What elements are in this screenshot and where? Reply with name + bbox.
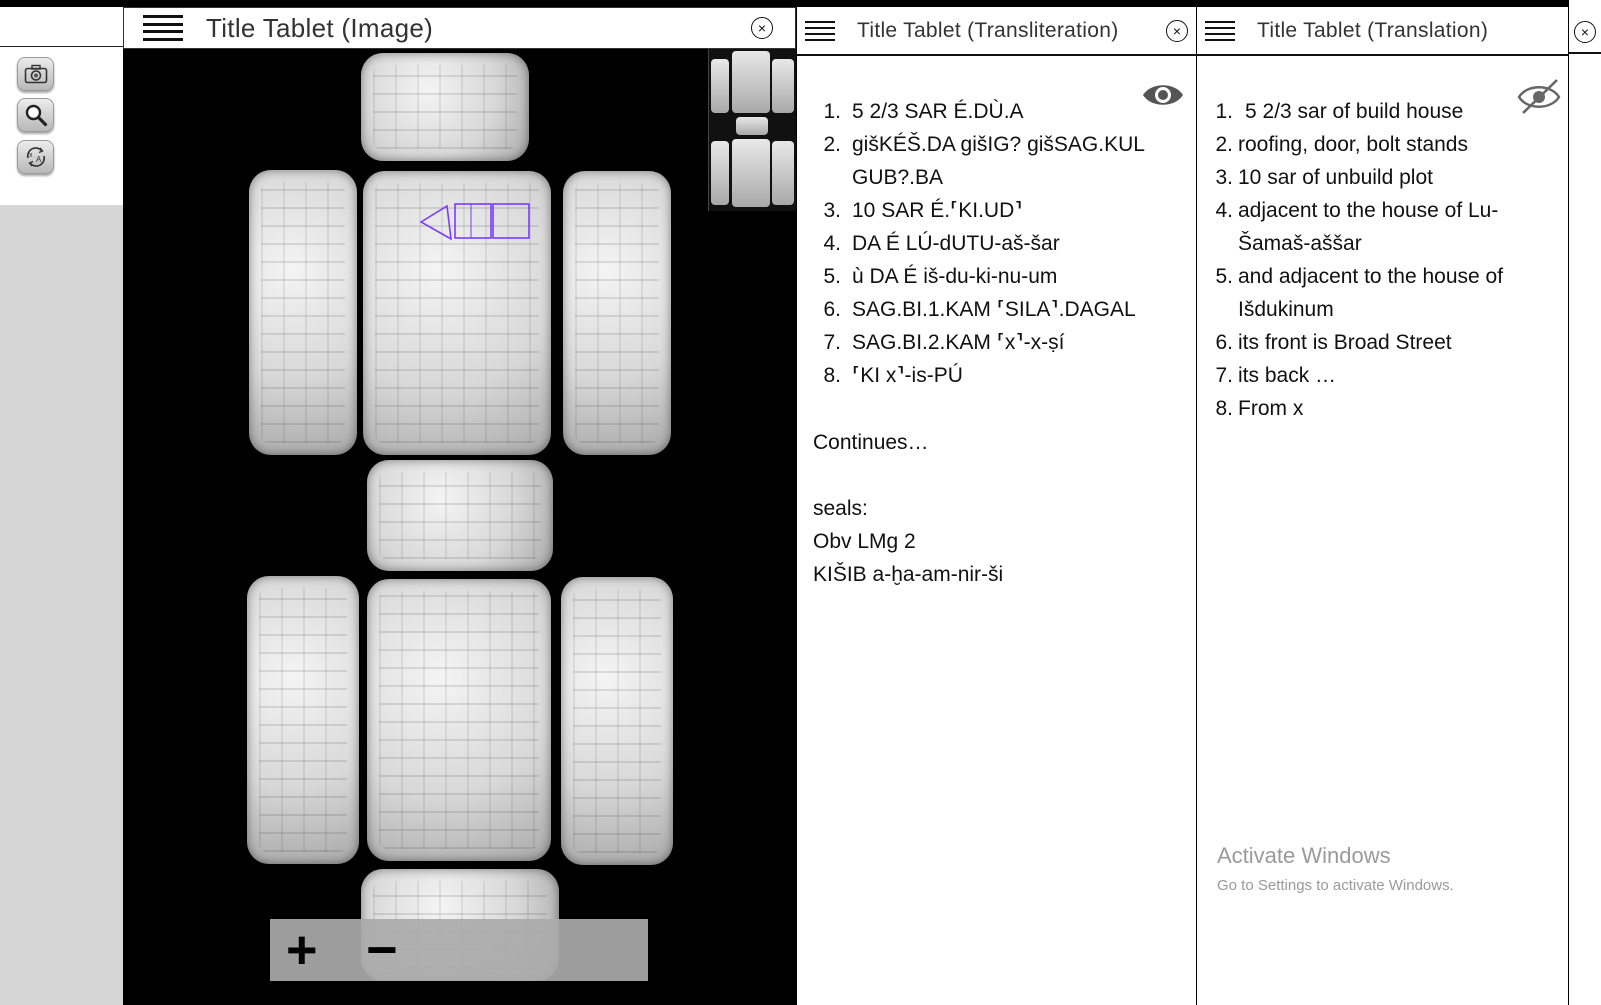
tablet-left-edge bbox=[249, 170, 357, 455]
image-panel: Title Tablet (Image) × + − bbox=[123, 7, 796, 1005]
list-item[interactable]: 3. 10 SAR É.⸢KI.UD⸣ bbox=[819, 194, 1169, 227]
activate-windows-title: Activate Windows bbox=[1217, 843, 1391, 868]
transliteration-panel-title: Title Tablet (Transliteration) bbox=[857, 18, 1119, 42]
list-item[interactable]: 6. SAG.BI.1.KAM ⸢SILA⸣.DAGAL bbox=[819, 293, 1169, 326]
close-icon: × bbox=[757, 20, 767, 36]
transliteration-panel-header: Title Tablet (Transliteration) × bbox=[797, 7, 1197, 56]
minimap[interactable] bbox=[708, 49, 796, 211]
zoom-controls: + − bbox=[270, 919, 648, 981]
list-item[interactable]: 1. 5 2/3 sar of build house bbox=[1211, 95, 1561, 128]
continues-note: Continues… bbox=[813, 431, 929, 454]
transliteration-menu-icon[interactable] bbox=[805, 20, 835, 41]
transliteration-panel-close-button[interactable]: × bbox=[1166, 20, 1188, 42]
tool-list: x A bbox=[0, 47, 123, 205]
image-panel-header: Title Tablet (Image) × bbox=[123, 7, 796, 49]
close-icon: × bbox=[1172, 23, 1182, 39]
tablet-reverse bbox=[367, 579, 551, 861]
activate-windows-subtitle: Go to Settings to activate Windows. bbox=[1217, 877, 1454, 894]
tablet-bottom-edge bbox=[367, 460, 553, 571]
tablet-top-edge bbox=[361, 53, 529, 161]
list-item[interactable]: 4. adjacent to the house of Lu-Šamaš-ašša… bbox=[1211, 194, 1561, 260]
list-item[interactable]: 2. roofing, door, bolt stands bbox=[1211, 128, 1561, 161]
translation-panel: Title Tablet (Translation) 1. 5 2/3 sar o… bbox=[1196, 7, 1569, 1005]
svg-text:x: x bbox=[29, 152, 33, 159]
list-item[interactable]: 7. SAG.BI.2.KAM ⸢x⸣-x-ṣí bbox=[819, 326, 1169, 359]
image-panel-close-button[interactable]: × bbox=[751, 17, 773, 39]
tablet-right-edge bbox=[563, 171, 671, 455]
list-item[interactable]: 5. ù DA É iš-du-ki-nu-um bbox=[819, 260, 1169, 293]
seal-line: Obv LMg 2 bbox=[813, 530, 916, 553]
seals-label: seals: bbox=[813, 497, 868, 520]
tablet-reverse-left-edge bbox=[247, 576, 359, 864]
translate-button[interactable]: x A bbox=[17, 140, 54, 174]
list-item[interactable]: 3. 10 sar of unbuild plot bbox=[1211, 161, 1561, 194]
tablet-image-viewport[interactable]: + − bbox=[123, 49, 796, 1005]
translation-panel-title: Title Tablet (Translation) bbox=[1257, 18, 1489, 42]
close-icon: × bbox=[1580, 24, 1590, 40]
translation-close-strip: × bbox=[1568, 0, 1601, 1005]
tablet-reverse-right-edge bbox=[561, 577, 673, 865]
top-strip bbox=[0, 0, 1601, 7]
transliteration-lines: 1. 5 2/3 SAR É.DÙ.A 2. gišKÉŠ.DA gišIG? gi… bbox=[819, 95, 1169, 392]
list-item[interactable]: 1. 5 2/3 SAR É.DÙ.A bbox=[819, 95, 1169, 128]
zoom-tool-button[interactable] bbox=[17, 98, 54, 132]
translation-panel-close-button[interactable]: × bbox=[1574, 21, 1596, 43]
list-item[interactable]: 7. its back … bbox=[1211, 359, 1561, 392]
toolbar-header bbox=[0, 7, 123, 47]
list-item[interactable]: 8. From x bbox=[1211, 392, 1561, 425]
list-item[interactable]: 2. gišKÉŠ.DA gišIG? gišSAG.KUL GUB?.BA bbox=[819, 128, 1169, 194]
zoom-in-button[interactable]: + bbox=[286, 923, 318, 977]
transliteration-panel: Title Tablet (Transliteration) × 1. 5 2/3… bbox=[796, 7, 1197, 1005]
translate-icon: x A bbox=[26, 147, 45, 167]
sign-highlight-boxes[interactable] bbox=[419, 199, 534, 244]
zoom-icon bbox=[25, 104, 47, 127]
screenshot-button[interactable] bbox=[17, 57, 54, 91]
image-panel-title: Title Tablet (Image) bbox=[206, 12, 434, 43]
list-item[interactable]: 4. DA É LÚ-dUTU-aš-šar bbox=[819, 227, 1169, 260]
list-item[interactable]: 6. its front is Broad Street bbox=[1211, 326, 1561, 359]
camera-icon bbox=[24, 64, 47, 84]
list-item[interactable]: 5. and adjacent to the house of Išdukinum bbox=[1211, 260, 1561, 326]
zoom-out-button[interactable]: − bbox=[366, 923, 398, 977]
list-item[interactable]: 8. ⸢KI x⸣-is-PÚ bbox=[819, 359, 1169, 392]
seal-line: KIŠIB a-ḫa-am-nir-ši bbox=[813, 563, 1004, 586]
image-menu-icon[interactable] bbox=[143, 15, 183, 41]
tool-sidebar: x A bbox=[0, 7, 123, 1005]
svg-text:A: A bbox=[36, 155, 42, 164]
translation-panel-header: Title Tablet (Translation) bbox=[1197, 7, 1569, 56]
translation-menu-icon[interactable] bbox=[1205, 20, 1235, 41]
translation-lines: 1. 5 2/3 sar of build house 2. roofing, do… bbox=[1211, 95, 1561, 425]
